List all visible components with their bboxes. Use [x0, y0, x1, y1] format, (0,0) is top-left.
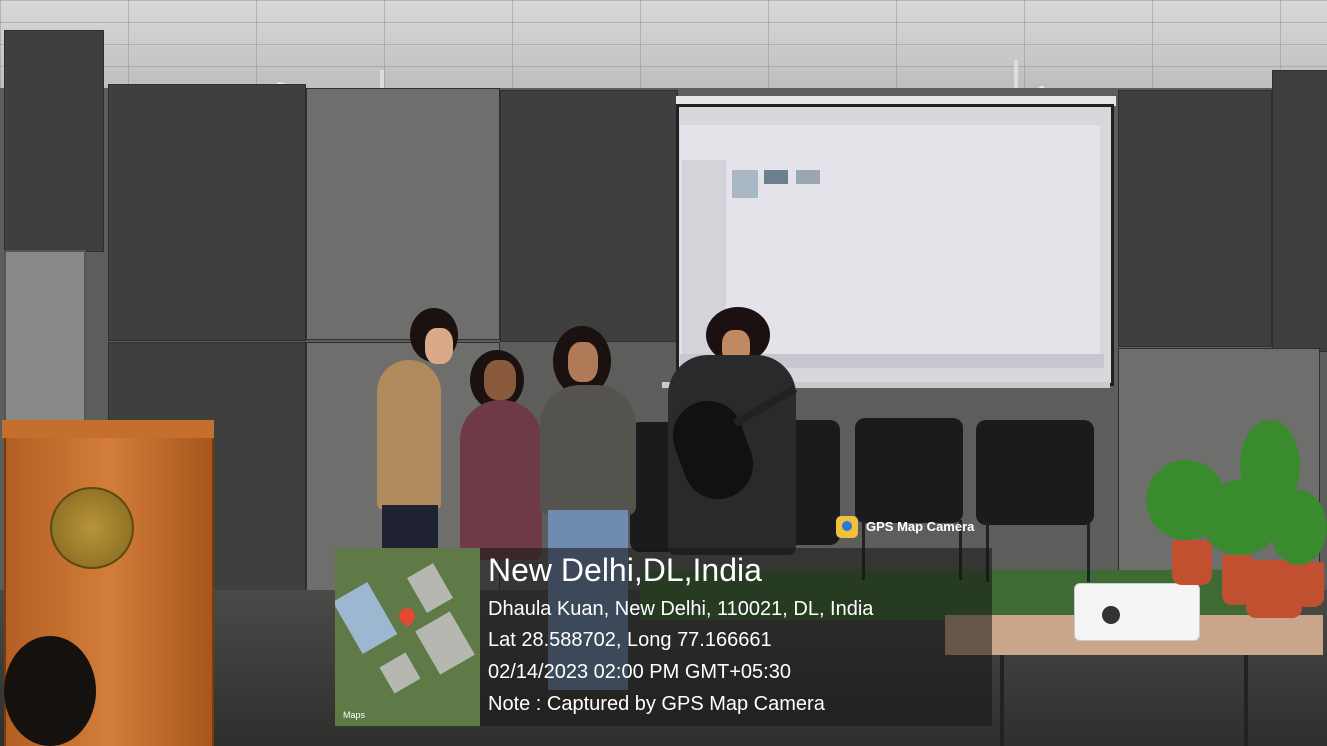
person-face [568, 342, 598, 382]
podium-emblem [50, 487, 134, 569]
plant-leaves [1270, 490, 1327, 565]
person-top [540, 385, 636, 515]
audience-head [4, 636, 96, 746]
table-legs [1000, 655, 1248, 746]
wall-panel [500, 90, 678, 342]
podium-top [2, 420, 214, 438]
wall-panel [1118, 90, 1272, 347]
projected-thumbnail [764, 170, 788, 184]
wall-panel [306, 88, 500, 340]
gps-app-badge: GPS Map Camera [830, 513, 988, 541]
ceiling-tiles [0, 0, 1327, 92]
location-pin-icon [395, 604, 419, 628]
person-sweater [377, 360, 441, 510]
wall-panel [4, 30, 104, 252]
projected-thumbnail [732, 170, 758, 198]
address-line: Dhaula Kuan, New Delhi, 110021, DL, Indi… [488, 598, 874, 620]
person-pants [382, 505, 438, 550]
chair [855, 418, 963, 523]
gps-app-name: GPS Map Camera [866, 519, 975, 534]
plant-pot [1246, 560, 1302, 618]
projected-thumbnail [796, 170, 820, 184]
note-line: Note : Captured by GPS Map Camera [488, 693, 825, 715]
person-face [484, 360, 516, 400]
location-title: New Delhi,DL,India [488, 552, 762, 588]
coordinates-line: Lat 28.588702, Long 77.166661 [488, 629, 772, 651]
chair-legs [986, 522, 1090, 582]
wall-panel [108, 84, 306, 341]
photo-scene: GPS Map Camera Maps New Delhi,DL,India D… [0, 0, 1327, 746]
projector-lens [1102, 606, 1120, 624]
door [4, 250, 86, 429]
wall-panel [1272, 70, 1327, 352]
gps-map-camera-icon [836, 516, 858, 538]
projector [1074, 583, 1200, 641]
person-dress [460, 400, 542, 560]
datetime-line: 02/14/2023 02:00 PM GMT+05:30 [488, 661, 791, 683]
plant-pot [1172, 540, 1212, 585]
maps-attribution: Maps [343, 710, 366, 720]
satellite-map-thumbnail: Maps [335, 548, 480, 726]
person-face [425, 328, 453, 364]
plant-pot [1296, 562, 1324, 607]
chair [976, 420, 1094, 525]
